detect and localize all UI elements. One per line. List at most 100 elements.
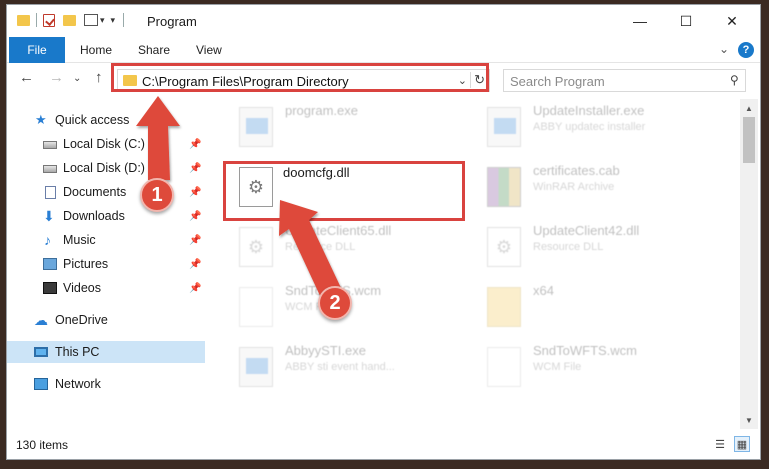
archive-icon <box>487 167 521 207</box>
large-icons-view-icon[interactable]: ▦ <box>734 436 750 452</box>
file-name: certificates.cab <box>533 163 620 178</box>
scroll-up-icon[interactable]: ▲ <box>740 101 758 115</box>
sidebar-item-local-disk-d[interactable]: Local Disk (D:) 📌 <box>7 157 205 179</box>
up-button[interactable]: ↑ <box>95 69 103 86</box>
file-name: x64 <box>533 283 554 298</box>
file-icon <box>239 287 273 327</box>
address-bar-highlight <box>111 63 489 92</box>
exe-icon <box>239 107 273 147</box>
sidebar-item-pictures[interactable]: Pictures 📌 <box>7 253 205 275</box>
list-item[interactable]: UpdateInstaller.exe ABBY updatec install… <box>479 99 719 153</box>
list-item[interactable]: certificates.cab WinRAR Archive <box>479 159 719 213</box>
item-count: 130 items <box>16 438 69 452</box>
sidebar-item-videos[interactable]: Videos 📌 <box>7 277 205 299</box>
sidebar-item-network[interactable]: Network <box>7 373 205 395</box>
expand-ribbon-icon[interactable]: ⌄ <box>719 42 729 56</box>
sidebar-item-label: This PC <box>55 345 100 359</box>
file-type: Resource DLL <box>285 241 356 253</box>
recent-locations-button[interactable]: ⌄ <box>73 73 81 84</box>
pc-icon <box>34 347 48 357</box>
sidebar-item-documents[interactable]: Documents 📌 <box>7 181 205 203</box>
download-icon: ⬇ <box>43 208 55 224</box>
ribbon-tabs: File Home Share View ⌄ ? <box>7 37 760 63</box>
list-item[interactable]: AbbyySTI.exe ABBY sti event hand... <box>231 339 471 393</box>
sidebar-item-label: Videos <box>63 281 101 295</box>
file-name: UpdateClient65.dll <box>285 223 392 238</box>
vertical-scrollbar[interactable]: ▲ ▼ <box>740 99 758 429</box>
close-button[interactable]: ✕ <box>709 5 755 37</box>
forward-button[interactable]: → <box>49 69 64 86</box>
pin-icon[interactable]: 📌 <box>189 139 201 150</box>
tab-view[interactable]: View <box>196 43 222 57</box>
videos-icon <box>43 282 57 294</box>
pin-icon[interactable]: 📌 <box>189 283 201 294</box>
list-item[interactable]: ⚙ UpdateClient42.dll Resource DLL <box>479 219 719 273</box>
details-view-icon[interactable]: ☰ <box>712 436 728 452</box>
chevron-down-icon[interactable]: ▾ <box>100 15 105 26</box>
dll-icon: ⚙ <box>239 227 273 267</box>
drive-icon <box>43 165 57 173</box>
sidebar-item-label: Local Disk (C:) <box>63 137 145 151</box>
step-1-badge: 1 <box>140 178 174 212</box>
pictures-icon <box>43 258 57 270</box>
file-type: ABBY updatec installer <box>533 121 646 133</box>
search-icon[interactable]: ⚲ <box>730 73 739 87</box>
sidebar-item-quick-access[interactable]: ★ Quick access <box>7 109 205 131</box>
quick-access-toolbar: ▾ ▾ <box>17 13 125 27</box>
network-icon <box>34 378 48 390</box>
sidebar-item-label: Quick access <box>55 113 130 127</box>
folder-icon <box>487 287 521 327</box>
tab-file[interactable]: File <box>9 37 65 63</box>
sidebar-item-label: Music <box>63 233 96 247</box>
new-folder-icon[interactable] <box>63 14 76 26</box>
file-type: Resource DLL <box>533 241 604 253</box>
pin-icon[interactable]: 📌 <box>189 211 201 222</box>
file-name: UpdateInstaller.exe <box>533 103 645 118</box>
file-name: SndToWFTS.wcm <box>533 343 638 358</box>
sidebar-item-label: Network <box>55 377 101 391</box>
sidebar-item-label: Local Disk (D:) <box>63 161 145 175</box>
list-item[interactable]: x64 <box>479 279 719 333</box>
tab-home[interactable]: Home <box>80 43 112 57</box>
file-name: program.exe <box>285 103 358 118</box>
customize-toolbar-icon[interactable]: ▾ <box>111 15 116 26</box>
list-item[interactable]: ⚙ UpdateClient65.dll Resource DLL <box>231 219 471 273</box>
sidebar-item-label: OneDrive <box>55 313 108 327</box>
properties-check-icon[interactable] <box>43 13 55 27</box>
sidebar-item-label: Pictures <box>63 257 109 271</box>
star-icon: ★ <box>35 112 47 127</box>
sidebar-item-music[interactable]: ♪ Music 📌 <box>7 229 205 251</box>
sidebar-item-label: Downloads <box>63 209 125 223</box>
window-title: Program <box>147 14 197 29</box>
exe-icon <box>487 107 521 147</box>
scroll-down-icon[interactable]: ▼ <box>740 413 758 427</box>
title-bar: ▾ ▾ Program — ☐ ✕ <box>7 5 760 37</box>
back-button[interactable]: ← <box>19 69 34 86</box>
list-item[interactable]: program.exe <box>231 99 471 153</box>
pin-icon[interactable]: 📌 <box>189 259 201 270</box>
pin-icon[interactable]: 📌 <box>189 187 201 198</box>
scroll-thumb[interactable] <box>743 117 755 163</box>
dll-icon: ⚙ <box>487 227 521 267</box>
customize-view-icon[interactable] <box>84 14 98 26</box>
folder-icon[interactable] <box>17 14 30 26</box>
search-placeholder: Search Program <box>510 74 605 89</box>
tab-share[interactable]: Share <box>138 43 170 57</box>
sidebar-item-local-disk-c[interactable]: Local Disk (C:) 📌 <box>7 133 205 155</box>
maximize-button[interactable]: ☐ <box>663 5 709 37</box>
list-item[interactable]: SndToWFTS.wcm WCM File <box>479 339 719 393</box>
sidebar-item-this-pc[interactable]: This PC <box>7 341 205 363</box>
pin-icon[interactable]: 📌 <box>189 235 201 246</box>
toolbar-divider <box>123 13 125 27</box>
search-input[interactable]: Search Program ⚲ <box>503 69 746 92</box>
help-icon[interactable]: ? <box>738 42 754 58</box>
file-name: UpdateClient42.dll <box>533 223 640 238</box>
pin-icon[interactable]: 📌 <box>189 163 201 174</box>
sidebar-item-onedrive[interactable]: ☁ OneDrive <box>7 309 205 331</box>
exe-icon <box>239 347 273 387</box>
sidebar-item-label: Documents <box>63 185 127 199</box>
minimize-button[interactable]: — <box>617 5 663 37</box>
cloud-icon: ☁ <box>34 312 48 328</box>
sidebar-item-downloads[interactable]: ⬇ Downloads 📌 <box>7 205 205 227</box>
toolbar-divider <box>36 13 37 27</box>
